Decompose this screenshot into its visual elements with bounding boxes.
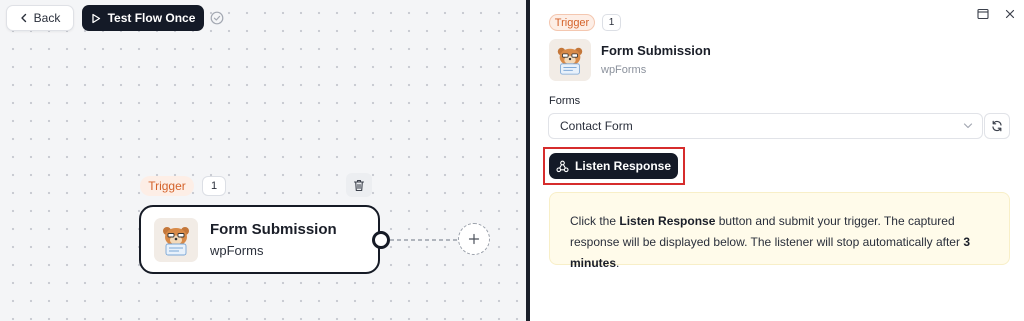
info-bold-listen: Listen Response — [619, 214, 716, 228]
webhook-icon — [556, 160, 569, 172]
flow-canvas[interactable]: Back Test Flow Once Trigger 1 Form Submi… — [0, 0, 526, 321]
play-icon — [91, 13, 100, 23]
listen-info-box: Click the Listen Response button and sub… — [549, 192, 1010, 270]
refresh-forms-button[interactable] — [984, 113, 1010, 139]
panel-subtitle: wpForms — [601, 64, 647, 76]
trigger-settings-panel: Trigger 1 Form Submission wpForms Forms … — [530, 0, 1024, 321]
back-label: Back — [33, 11, 61, 25]
node-output-handle[interactable] — [372, 231, 390, 249]
test-flow-label: Test Flow Once — [107, 11, 196, 25]
back-button[interactable]: Back — [6, 5, 74, 31]
maximize-icon[interactable] — [977, 8, 989, 20]
chevron-down-icon — [963, 123, 973, 129]
info-text-1: Click the — [570, 214, 620, 228]
node-title: Form Submission — [210, 221, 337, 238]
wpforms-logo — [154, 217, 198, 262]
trigger-badge: Trigger — [140, 176, 194, 196]
wpforms-logo — [549, 39, 591, 81]
trash-icon — [353, 179, 365, 191]
forms-select[interactable]: Contact Form — [548, 113, 983, 139]
trigger-node-card[interactable]: Form Submission wpForms — [139, 205, 380, 274]
node-text: Form Submission wpForms — [210, 221, 337, 258]
listen-response-button[interactable]: Listen Response — [549, 153, 678, 179]
forms-label: Forms — [549, 95, 581, 107]
listen-response-label: Listen Response — [574, 159, 672, 173]
delete-node-button[interactable] — [346, 173, 372, 197]
refresh-icon — [992, 120, 1002, 132]
close-icon[interactable] — [1004, 8, 1016, 20]
node-subtitle: wpForms — [210, 243, 264, 258]
chevron-left-icon — [20, 13, 26, 23]
plus-icon — [468, 233, 480, 245]
add-step-button[interactable] — [458, 223, 490, 255]
info-text-3: . — [616, 256, 620, 270]
panel-trigger-badge: Trigger — [549, 14, 595, 31]
step-count-badge: 1 — [202, 176, 226, 196]
forms-select-value: Contact Form — [560, 119, 633, 133]
connector-line — [390, 239, 458, 241]
panel-step-count: 1 — [602, 14, 621, 31]
test-flow-button[interactable]: Test Flow Once — [82, 5, 204, 31]
panel-title: Form Submission — [601, 43, 711, 58]
check-circle-icon[interactable] — [210, 11, 224, 25]
